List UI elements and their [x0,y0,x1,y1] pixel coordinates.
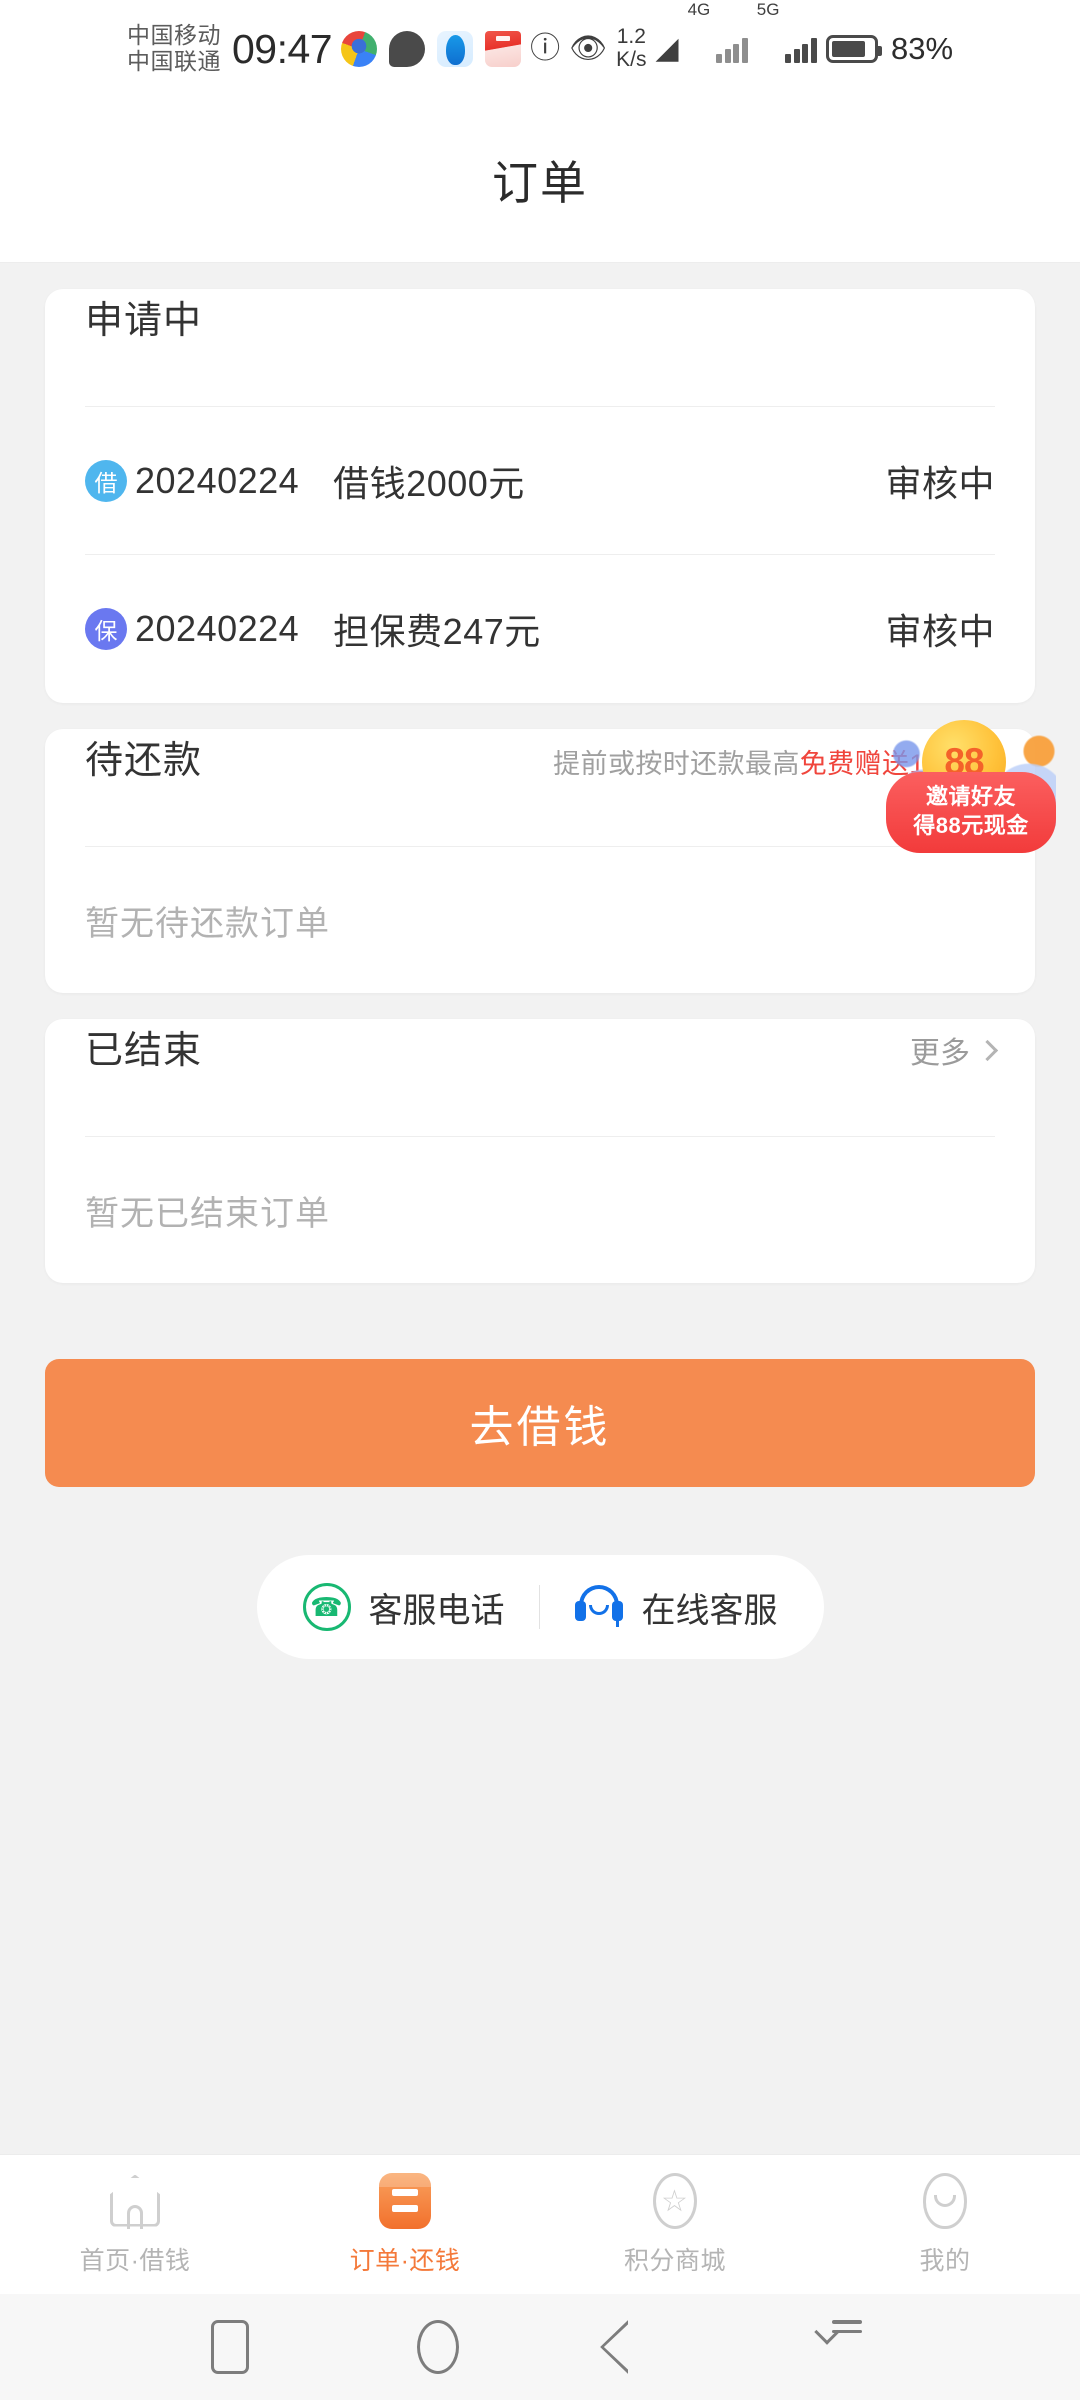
carrier-labels: 中国移动 中国联通 [126,22,221,75]
red-package-icon [485,31,522,67]
customer-service-bar: ☎ 客服电话 在线客服 [45,1555,1035,1659]
card-pending-repay-title: 待还款 [85,740,203,782]
repay-promo-normal: 提前或按时还款最高 [553,749,800,779]
table-row[interactable]: 保 20240224 担保费247元 审核中 [85,555,995,703]
tab-orders-repay[interactable]: 订单·还钱 [270,2172,540,2277]
battery-percent: 83% [890,31,954,66]
android-navigation-bar [0,2294,1080,2400]
page-title: 订单 [492,157,588,209]
pending-repay-empty-text: 暂无待还款订单 [85,904,330,943]
order-type-badge-borrow: 借 [85,459,127,502]
card-applying-title: 申请中 [85,300,203,342]
card-finished-title: 已结束 [85,1030,203,1072]
notification-pulldown-icon[interactable] [825,2320,869,2374]
battery-icon [825,35,882,63]
invite-badge-pill: 邀请好友 得88元现金 [886,772,1056,853]
card-finished-header: 已结束 更多 [85,1019,999,1137]
network-5g-label: 5G [756,0,780,19]
tab-home-borrow[interactable]: 首页·借钱 [0,2173,270,2277]
order-date: 20240224 [135,608,300,649]
finished-more-link[interactable]: 更多 [910,1028,999,1072]
wifi-icon: ◢ [655,32,679,65]
order-date: 20240224 [135,459,300,501]
finished-more-label: 更多 [910,1037,970,1070]
invite-badge-line2: 得88元现金 [913,813,1029,839]
signal-bars-sim1 [716,36,748,63]
finished-empty-text: 暂无已结束订单 [85,1194,330,1233]
chat-bubble-icon [389,31,426,67]
status-bar-app-icons [341,31,522,67]
tab-home-borrow-label: 首页·借钱 [79,2246,191,2275]
chevron-right-icon [976,1039,999,1061]
back-triangle-icon[interactable] [627,2318,657,2376]
card-pending-repay-header: 待还款 提前或按时还款最高免费赠送10积分 [85,729,995,847]
card-finished: 已结束 更多 暂无已结束订单 [45,1019,1035,1283]
invite-badge-line1: 邀请好友 [925,784,1016,809]
tab-points-mall-label: 积分商城 [623,2246,726,2275]
order-status: 审核中 [885,611,995,652]
bottom-tab-bar: 首页·借钱 订单·还钱 ☆ 积分商城 我的 [0,2154,1080,2294]
network-4g-label: 4G [687,0,711,19]
recents-square-icon[interactable] [211,2320,249,2374]
tab-points-mall[interactable]: ☆ 积分商城 [540,2172,810,2277]
card-applying-header: 申请中 [85,289,995,407]
qq-icon [341,31,378,67]
service-divider [538,1585,540,1629]
order-description: 借钱2000元 [333,462,525,504]
headset-icon [574,1583,624,1631]
star-icon: ☆ [647,2172,703,2229]
order-status: 审核中 [885,462,995,504]
table-row[interactable]: 借 20240224 借钱2000元 审核中 [85,407,995,555]
status-bar-clock: 09:47 [231,25,333,72]
signal-bars-sim2 [785,36,817,63]
home-circle-icon[interactable] [417,2320,459,2374]
invite-friends-floating-badge[interactable]: 88 邀请好友 得88元现金 [886,720,1056,853]
card-applying: 申请中 借 20240224 借钱2000元 审核中 保 20240224 担保… [45,289,1035,703]
eye-icon: 👁 [569,32,608,65]
service-online-button[interactable]: 在线客服 [574,1583,778,1632]
page-header: 订单 [0,98,1080,263]
status-bar: 中国移动 中国联通 09:47 ⓘ 👁 1.2 K/s ◢ 4G 5G 83% [0,0,1080,98]
carrier-primary: 中国移动 [126,22,221,49]
browser-icon [437,31,474,67]
service-phone-label: 客服电话 [368,1591,505,1630]
net-speed-unit: K/s [616,48,647,71]
network-speed: 1.2 K/s [616,26,646,71]
tab-profile[interactable]: 我的 [810,2172,1080,2277]
service-phone-button[interactable]: ☎ 客服电话 [302,1583,505,1632]
order-type-badge-guarantee: 保 [85,608,127,650]
main-content: 申请中 借 20240224 借钱2000元 审核中 保 20240224 担保… [0,263,1080,2154]
home-icon [107,2173,163,2229]
phone-icon: ☎ [302,1583,351,1631]
tab-orders-repay-label: 订单·还钱 [349,2246,461,2275]
order-list-icon [379,2172,431,2229]
data-sync-icon: ⓘ [530,32,561,65]
carrier-secondary: 中国联通 [126,48,221,74]
order-description: 担保费247元 [333,611,541,652]
net-speed-value: 1.2 [616,25,646,49]
go-borrow-button[interactable]: 去借钱 [45,1359,1035,1487]
tab-profile-label: 我的 [919,2246,971,2275]
service-online-label: 在线客服 [641,1591,778,1630]
profile-smiley-icon [917,2172,973,2229]
